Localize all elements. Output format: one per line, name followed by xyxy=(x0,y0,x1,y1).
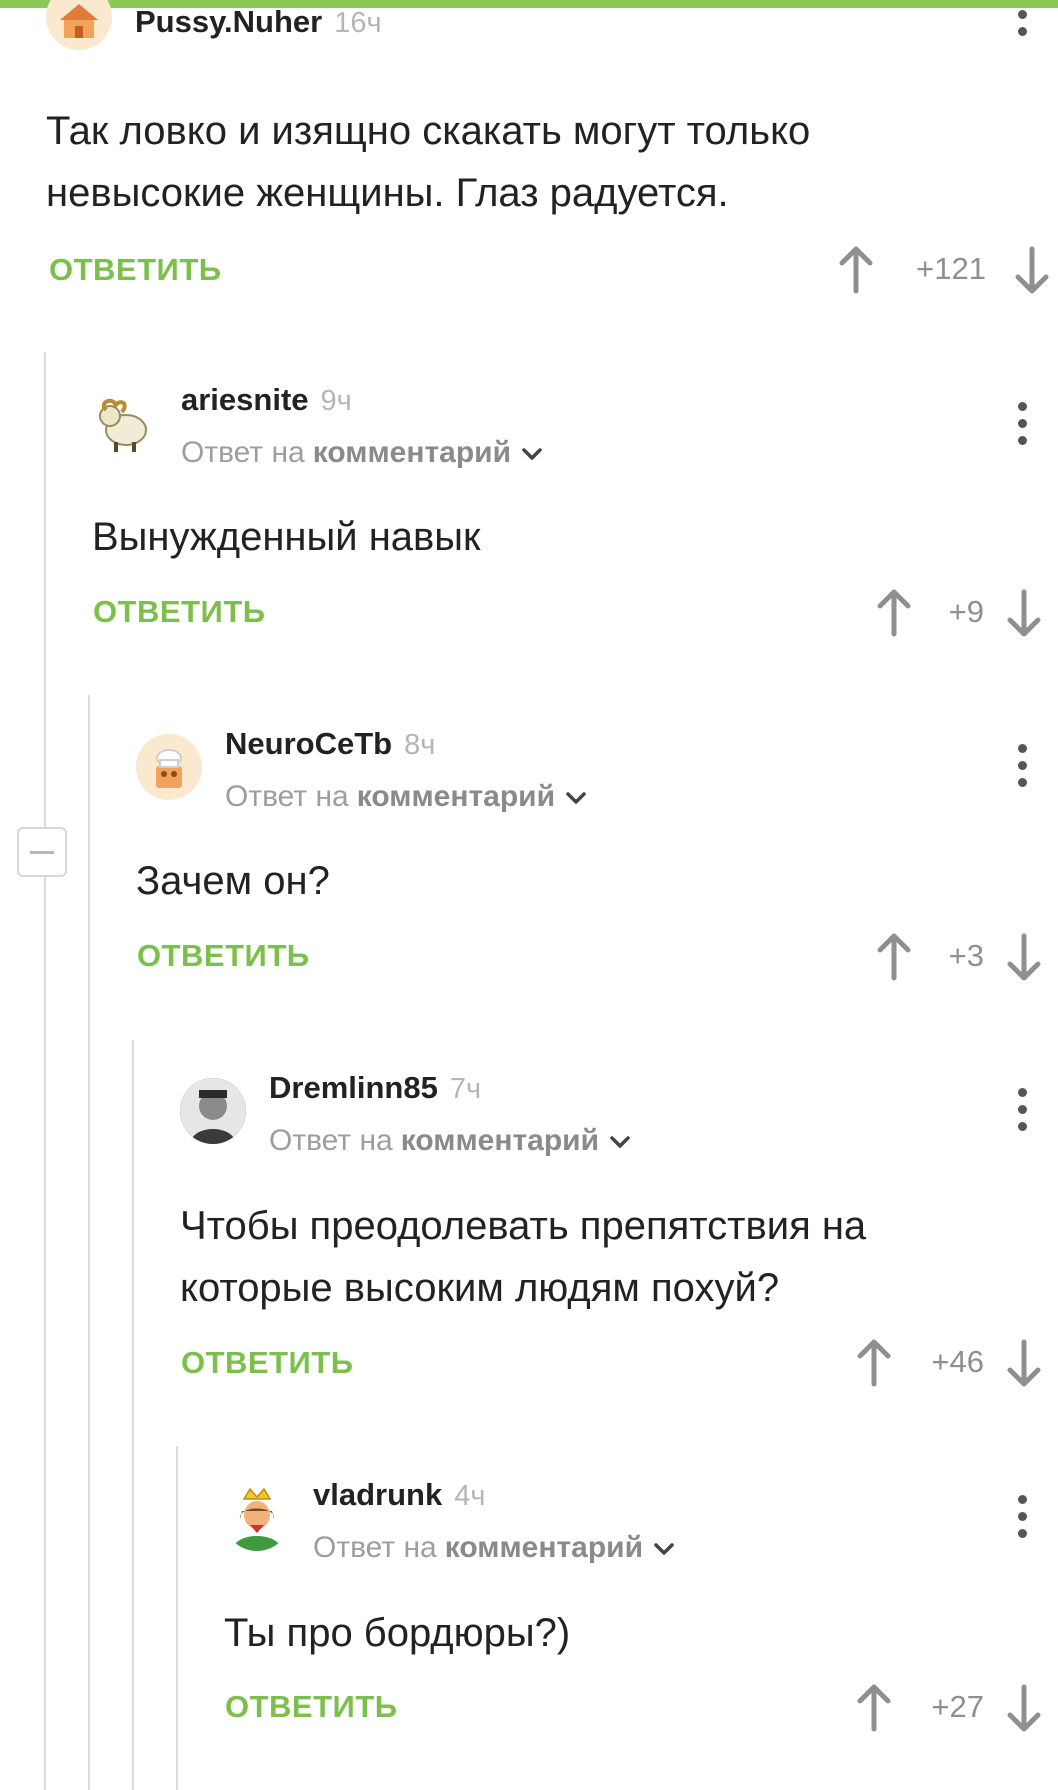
avatar[interactable] xyxy=(46,0,112,50)
comment-time: 7ч xyxy=(449,1073,482,1105)
comment-text: Так ловко и изящно скакать могут только … xyxy=(46,109,811,215)
reply-button[interactable]: ОТВЕТИТЬ xyxy=(137,938,310,974)
chevron-down-icon xyxy=(610,1136,630,1148)
upvote-arrow-icon[interactable] xyxy=(836,245,876,295)
comment: vladrunk 4ч Ответ на комментарий Ты про бо… xyxy=(224,1465,1058,1785)
username[interactable]: vladrunk 4ч xyxy=(313,1477,485,1513)
thread-line-1 xyxy=(44,352,46,1790)
reply-to-link[interactable]: Ответ на комментарий xyxy=(269,1124,631,1158)
username[interactable]: Pussy.Nuher 16ч xyxy=(135,4,382,40)
reply-button[interactable]: ОТВЕТИТЬ xyxy=(225,1689,398,1725)
upvote-arrow-icon[interactable] xyxy=(874,588,914,638)
comment-score: +121 xyxy=(916,251,986,286)
reply-button[interactable]: ОТВЕТИТЬ xyxy=(181,1345,354,1381)
upvote-arrow-icon[interactable] xyxy=(854,1338,894,1388)
ram-icon xyxy=(99,398,147,452)
vote-controls: +27 xyxy=(854,1683,1058,1733)
comment-text: Ты про бордюры?) xyxy=(224,1611,571,1655)
avatar[interactable] xyxy=(180,1078,246,1144)
downvote-arrow-icon[interactable] xyxy=(1012,245,1052,295)
comment-time: 16ч xyxy=(334,7,382,39)
fox-house-icon xyxy=(46,0,112,50)
thread-line-4 xyxy=(176,1446,178,1790)
vote-controls: +46 xyxy=(854,1338,1058,1388)
comment-time: 9ч xyxy=(320,385,352,417)
more-menu-icon[interactable] xyxy=(1012,1088,1032,1139)
downvote-arrow-icon[interactable] xyxy=(1004,1683,1044,1733)
upvote-arrow-icon[interactable] xyxy=(874,932,914,982)
reply-to-link[interactable]: Ответ на комментарий xyxy=(225,780,587,814)
more-menu-icon[interactable] xyxy=(1012,10,1032,44)
collapse-thread-button[interactable] xyxy=(17,827,67,877)
comment-text: Зачем он? xyxy=(136,859,330,903)
vote-controls: +3 xyxy=(874,932,1058,982)
king-icon xyxy=(232,1487,282,1551)
comment: Dremlinn85 7ч Ответ на комментарий Чтобы п… xyxy=(180,1058,1058,1418)
comment-score: +46 xyxy=(931,1344,984,1379)
comment-time: 4ч xyxy=(454,1480,486,1512)
more-menu-icon[interactable] xyxy=(1012,744,1032,795)
reply-button[interactable]: ОТВЕТИТЬ xyxy=(49,252,222,288)
comment: ariesnite 9ч Ответ на комментарий Вынужден… xyxy=(92,370,1058,670)
more-menu-icon[interactable] xyxy=(1012,402,1032,453)
upvote-arrow-icon[interactable] xyxy=(854,1683,894,1733)
username[interactable]: Dremlinn85 7ч xyxy=(269,1070,481,1106)
chef-icon xyxy=(136,734,202,800)
chevron-down-icon xyxy=(654,1543,674,1555)
thread-line-2 xyxy=(88,695,90,1790)
comment-text: Чтобы преодолевать препятствия на которы… xyxy=(180,1204,867,1310)
user-photo-icon xyxy=(180,1078,246,1144)
comment-score: +27 xyxy=(931,1689,984,1724)
username[interactable]: ariesnite 9ч xyxy=(181,382,352,418)
avatar[interactable] xyxy=(136,734,202,800)
avatar[interactable] xyxy=(224,1485,290,1551)
reply-to-link[interactable]: Ответ на комментарий xyxy=(181,436,543,470)
downvote-arrow-icon[interactable] xyxy=(1004,1338,1044,1388)
reply-button[interactable]: ОТВЕТИТЬ xyxy=(93,594,266,630)
username[interactable]: NeuroCeTb 8ч xyxy=(225,726,435,762)
vote-controls: +9 xyxy=(874,588,1058,638)
downvote-arrow-icon[interactable] xyxy=(1004,932,1044,982)
chevron-down-icon xyxy=(522,448,542,460)
avatar[interactable] xyxy=(92,388,158,454)
vote-controls: +121 xyxy=(836,245,1058,295)
reply-to-link[interactable]: Ответ на комментарий xyxy=(313,1531,675,1565)
chevron-down-icon xyxy=(566,792,586,804)
more-menu-icon[interactable] xyxy=(1012,1495,1032,1546)
comment: NeuroCeTb 8ч Ответ на комментарий Зачем он… xyxy=(136,714,1058,1014)
downvote-arrow-icon[interactable] xyxy=(1004,588,1044,638)
comment-score: +9 xyxy=(948,594,984,629)
comment: Pussy.Nuher 16ч Так ловко и изящно скакат… xyxy=(46,0,1058,320)
comment-text: Вынужденный навык xyxy=(92,515,481,559)
comment-score: +3 xyxy=(948,938,984,973)
thread-line-3 xyxy=(132,1040,134,1790)
comment-time: 8ч xyxy=(404,729,436,761)
